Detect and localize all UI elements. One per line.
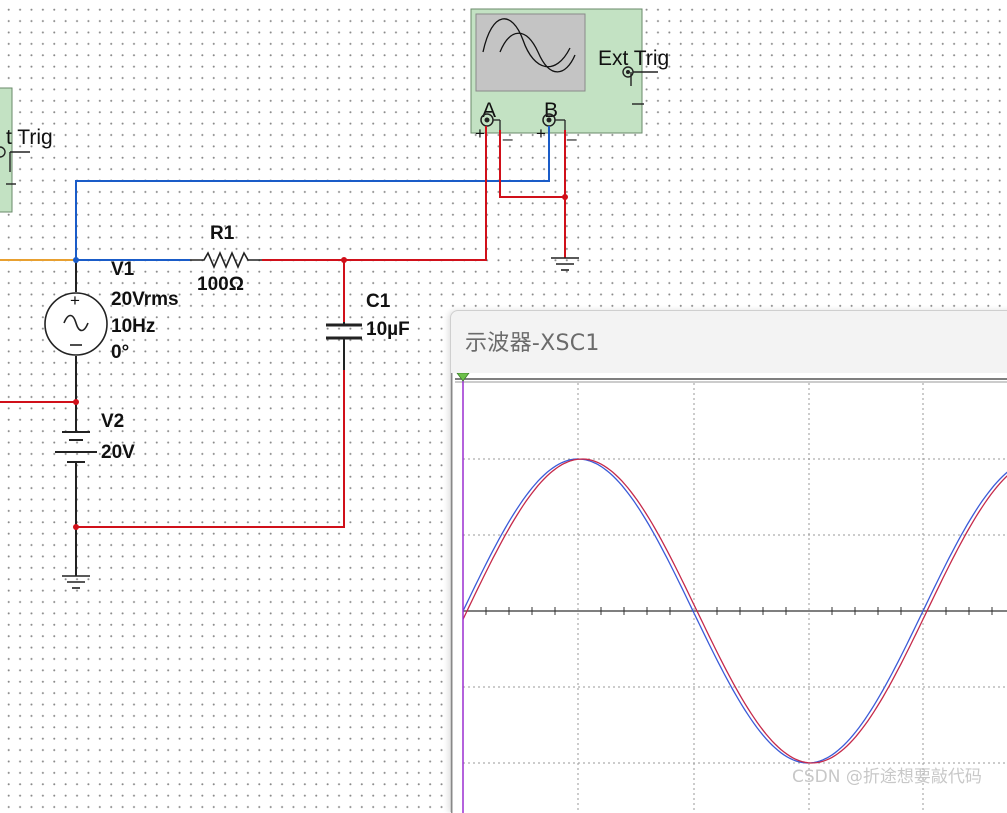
r1-name: R1 — [210, 223, 235, 244]
ground-symbol-right[interactable] — [551, 257, 579, 271]
scope-window-title: 示波器-XSC1 — [465, 331, 600, 356]
ground-symbol-left[interactable] — [62, 575, 90, 589]
v1-frequency: 10Hz — [111, 316, 155, 337]
r1-value: 100Ω — [197, 274, 244, 295]
v2-name: V2 — [101, 411, 124, 432]
watermark: CSDN @折途想要敲代码 — [792, 767, 982, 787]
ac-source-v1[interactable]: + V1 20Vrms 10Hz 0° — [44, 259, 179, 363]
v1-amplitude: 20Vrms — [111, 289, 179, 310]
channel-a-minus: _ — [502, 122, 513, 141]
v1-phase: 0° — [111, 342, 129, 363]
c1-value: 10µF — [366, 319, 410, 340]
resistor-r1[interactable]: R1 100Ω — [190, 223, 262, 295]
channel-b-plus: + — [536, 124, 546, 143]
channel-b-minus: _ — [566, 122, 577, 141]
wire-red-r1-a — [262, 126, 487, 261]
wire-blue — [75, 126, 550, 260]
channel-a-plus: + — [475, 124, 485, 143]
partial-oscilloscope-left[interactable]: t Trig — [0, 87, 53, 213]
c1-name: C1 — [366, 291, 391, 312]
capacitor-c1[interactable]: C1 10µF — [326, 291, 410, 342]
v1-name: V1 — [111, 259, 135, 280]
left-ext-trig-label: t Trig — [6, 126, 53, 149]
scope-display — [451, 373, 1007, 813]
ext-trig-label: Ext Trig — [598, 47, 669, 70]
oscilloscope-window[interactable]: 示波器-XSC1 — [450, 310, 1007, 813]
v2-value: 20V — [101, 442, 135, 463]
v1-plus: + — [70, 291, 80, 310]
dc-source-v2[interactable]: V2 20V — [55, 411, 135, 463]
oscilloscope-xsc1[interactable]: Ext Trig A B + _ + _ — [470, 8, 669, 143]
